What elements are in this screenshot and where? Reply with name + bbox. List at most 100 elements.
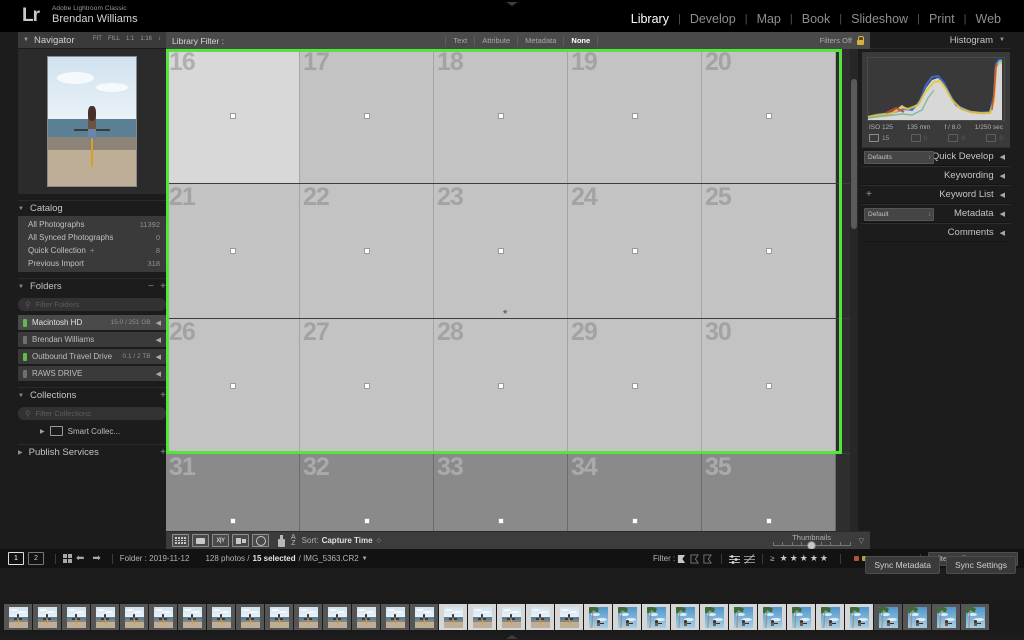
sync-settings-button[interactable]: Sync Settings: [946, 556, 1016, 574]
panel-section-keywording[interactable]: Keywording ◀: [862, 166, 1010, 185]
grid-scrollbar-thumb[interactable]: [851, 79, 857, 229]
thumbnail-cell[interactable]: 32: [300, 454, 434, 532]
histogram-header[interactable]: Histogram ▼: [862, 32, 1010, 49]
folder-row[interactable]: RAWS DRIVE ◀: [18, 366, 166, 381]
folders-header[interactable]: ▼ Folders − +: [18, 278, 166, 294]
filmstrip[interactable]: [0, 600, 1024, 634]
flag-picked-icon[interactable]: [677, 554, 686, 564]
filter-tab-none[interactable]: None: [564, 35, 599, 46]
module-slideshow[interactable]: Slideshow: [842, 12, 917, 26]
panel-section-metadata[interactable]: Default ↕ Metadata ◀: [862, 204, 1010, 223]
grid-view-icon[interactable]: [172, 534, 189, 547]
sync-metadata-button[interactable]: Sync Metadata: [865, 556, 941, 574]
flag-unflagged-icon[interactable]: [690, 554, 700, 564]
filmstrip-cell[interactable]: [381, 604, 409, 630]
filmstrip-cell[interactable]: [787, 604, 815, 630]
unedited-icon[interactable]: [744, 553, 756, 564]
thumbnail-cell[interactable]: 19: [568, 49, 702, 183]
filmstrip-cell[interactable]: [758, 604, 786, 630]
grid-icon[interactable]: [63, 554, 72, 563]
module-print[interactable]: Print: [920, 12, 964, 26]
expand-triangle-icon[interactable]: ▶: [40, 428, 45, 435]
people-view-icon[interactable]: [252, 534, 269, 547]
page-2-button[interactable]: 2: [28, 552, 44, 565]
arrow-right-icon[interactable]: ➡: [92, 553, 100, 564]
add-keyword-button[interactable]: +: [866, 189, 872, 200]
filmstrip-cell[interactable]: [729, 604, 757, 630]
filmstrip-cell[interactable]: [439, 604, 467, 630]
disclosure-arrow-icon[interactable]: ◀: [1000, 210, 1005, 218]
filmstrip-cell[interactable]: [816, 604, 844, 630]
catalog-row[interactable]: Previous Import 318: [18, 257, 166, 270]
module-map[interactable]: Map: [748, 12, 790, 26]
disclosure-arrow-icon[interactable]: ◀: [1000, 191, 1005, 199]
collection-filter-input[interactable]: ⚲ Filter Collections: [18, 407, 166, 420]
thumbnail-cell[interactable]: 21: [166, 184, 300, 318]
module-library[interactable]: Library: [622, 12, 678, 26]
filmstrip-cell[interactable]: [468, 604, 496, 630]
thumbnail-size-control[interactable]: Thumbnails: [772, 533, 851, 550]
filmstrip-cell[interactable]: [265, 604, 293, 630]
module-develop[interactable]: Develop: [681, 12, 745, 26]
thumbnail-cell[interactable]: 35: [702, 454, 836, 532]
filmstrip-cell[interactable]: [236, 604, 264, 630]
filmstrip-cell[interactable]: [700, 604, 728, 630]
disclosure-arrow-icon[interactable]: ◀: [1000, 172, 1005, 180]
edited-icon[interactable]: [729, 554, 741, 564]
folder-filter-input[interactable]: ⚲ Filter Folders: [18, 298, 166, 311]
filmstrip-cell[interactable]: [120, 604, 148, 630]
filename-dropdown-icon[interactable]: ▼: [362, 556, 368, 562]
thumbnail-cell[interactable]: 26: [166, 319, 300, 453]
thumbnail-cell[interactable]: 17: [300, 49, 434, 183]
publish-services-header[interactable]: ▶ Publish Services +: [18, 444, 166, 460]
collections-header[interactable]: ▼ Collections +: [18, 387, 166, 403]
filmstrip-cell[interactable]: [932, 604, 960, 630]
navigator-zoom-stepper-icon[interactable]: ↕: [158, 36, 161, 42]
filmstrip-cell[interactable]: [613, 604, 641, 630]
toolbar-options-icon[interactable]: ▽: [859, 537, 864, 545]
arrow-left-icon[interactable]: ⬅: [76, 553, 84, 564]
page-1-button[interactable]: 1: [8, 552, 24, 565]
filters-off-label[interactable]: Filters Off: [820, 36, 852, 45]
thumbnail-rating-star[interactable]: ★: [502, 308, 508, 316]
spray-can-icon[interactable]: [278, 534, 285, 547]
disclosure-triangle-icon[interactable]: ▼: [18, 284, 24, 290]
folder-expand-icon[interactable]: ◀: [156, 336, 161, 344]
thumbnail-cell[interactable]: 22: [300, 184, 434, 318]
filmstrip-cell[interactable]: [642, 604, 670, 630]
thumbnail-cell[interactable]: 18: [434, 49, 568, 183]
sort-az-icon[interactable]: AZ: [291, 534, 296, 547]
rating-star[interactable]: ★: [790, 554, 798, 563]
remove-folder-button[interactable]: −: [148, 281, 154, 292]
navigator-header[interactable]: ▼ Navigator FIT FILL 1:1 1:16 ↕: [18, 32, 166, 48]
filter-tab-attribute[interactable]: Attribute: [475, 35, 519, 46]
disclosure-arrow-icon[interactable]: ◀: [1000, 229, 1005, 237]
disclosure-triangle-icon[interactable]: ▼: [23, 37, 29, 43]
disclosure-triangle-icon[interactable]: ▼: [999, 37, 1005, 43]
disclosure-triangle-icon[interactable]: ▼: [18, 393, 24, 399]
sort-dropdown-icon[interactable]: ◇: [377, 537, 382, 544]
filmstrip-cell[interactable]: [961, 604, 989, 630]
thumbnail-cell[interactable]: 16: [166, 49, 300, 183]
filmstrip-cell[interactable]: [410, 604, 438, 630]
filmstrip-cell[interactable]: [555, 604, 583, 630]
filmstrip-cell[interactable]: [207, 604, 235, 630]
expand-triangle-icon[interactable]: ▶: [18, 449, 23, 456]
disclosure-arrow-icon[interactable]: ◀: [1000, 153, 1005, 161]
filmstrip-cell[interactable]: [294, 604, 322, 630]
filmstrip-cell[interactable]: [149, 604, 177, 630]
filmstrip-cell[interactable]: [323, 604, 351, 630]
thumbnail-cell[interactable]: 30: [702, 319, 836, 453]
module-web[interactable]: Web: [967, 12, 1010, 26]
top-panel-toggle[interactable]: [506, 2, 518, 6]
navigator-zoom-1-1[interactable]: 1:1: [126, 36, 134, 42]
rating-star[interactable]: ★: [820, 554, 828, 563]
filmstrip-cell[interactable]: [671, 604, 699, 630]
panel-section-comments[interactable]: Comments ◀: [862, 223, 1010, 242]
catalog-row[interactable]: All Synced Photographs 0: [18, 231, 166, 244]
filmstrip-cell[interactable]: [33, 604, 61, 630]
thumbnail-cell[interactable]: 29: [568, 319, 702, 453]
catalog-row[interactable]: All Photographs 11392: [18, 218, 166, 231]
filmstrip-cell[interactable]: [4, 604, 32, 630]
folder-expand-icon[interactable]: ◀: [156, 353, 161, 361]
